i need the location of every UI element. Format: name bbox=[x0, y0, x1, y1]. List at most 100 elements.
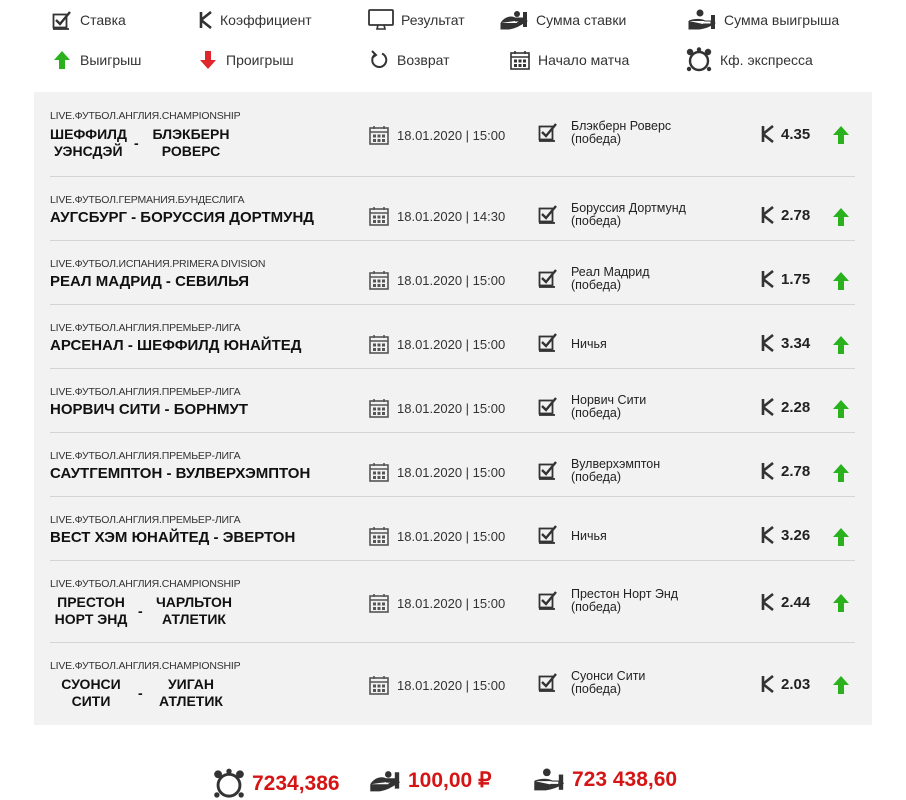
bet-row: LIVE.ФУТБОЛ.АНГЛИЯ.ПРЕМЬЕР-ЛИГА ВЕСТ ХЭМ… bbox=[50, 496, 855, 561]
bet-separator: - bbox=[134, 135, 139, 151]
result-check-icon bbox=[538, 460, 560, 482]
win-arrow-icon bbox=[832, 675, 850, 695]
coefficient-k-icon bbox=[761, 398, 775, 416]
bet-result: Престон Норт Энд (победа) bbox=[571, 587, 679, 614]
bet-match: ШЕФФИЛД УЭНСДЭЙ - БЛЭКБЕРН РОВЕРС bbox=[50, 126, 300, 166]
result-check-icon bbox=[538, 590, 560, 612]
bet-result: Блэкберн Роверс (победа) bbox=[571, 119, 672, 146]
bet-coef: 2.78 bbox=[761, 462, 810, 480]
legend-stake-sum: Сумма ставки bbox=[498, 9, 626, 31]
summary-stake-value: 100,00 ₽ bbox=[408, 769, 492, 792]
summary-payout-value: 723 438,60 bbox=[572, 768, 678, 791]
legend-result: Результат bbox=[367, 9, 465, 31]
calendar-icon bbox=[369, 526, 391, 546]
bet-league: LIVE.ФУТБОЛ.АНГЛИЯ.CHAMPIONSHIP bbox=[50, 660, 241, 672]
express-coef-icon bbox=[212, 768, 246, 800]
bet-league: LIVE.ФУТБОЛ.АНГЛИЯ.CHAMPIONSHIP bbox=[50, 110, 241, 122]
legend-loss-label: Проигрыш bbox=[226, 52, 294, 68]
bet-row: LIVE.ФУТБОЛ.АНГЛИЯ.ПРЕМЬЕР-ЛИГА АРСЕНАЛ … bbox=[50, 304, 855, 369]
bet-row: LIVE.ФУТБОЛ.АНГЛИЯ.ПРЕМЬЕР-ЛИГА НОРВИЧ С… bbox=[50, 368, 855, 433]
win-arrow-icon bbox=[832, 125, 850, 145]
bet-match: НОРВИЧ СИТИ - БОРНМУТ bbox=[50, 401, 248, 418]
bet-result: Ничья bbox=[571, 529, 607, 543]
bet-away-team: БЛЭКБЕРН РОВЕРС bbox=[152, 126, 230, 159]
legend-stake: Ставка bbox=[50, 9, 126, 31]
bet-row: LIVE.ФУТБОЛ.АНГЛИЯ.CHAMPIONSHIP ПРЕСТОН Н… bbox=[50, 560, 855, 643]
monitor-icon bbox=[367, 9, 395, 31]
bet-result: Реал Мадрид (победа) bbox=[571, 265, 650, 292]
bet-date: 18.01.2020 | 15:00 bbox=[369, 398, 505, 418]
coefficient-k-icon bbox=[761, 206, 775, 224]
summary-express-coef: 7234,386 bbox=[212, 768, 340, 800]
result-check-icon bbox=[538, 268, 560, 290]
bet-result: Ничья bbox=[571, 337, 607, 351]
bet-row: LIVE.ФУТБОЛ.АНГЛИЯ.CHAMPIONSHIP СУОНСИ СИ… bbox=[50, 642, 855, 724]
bet-row: LIVE.ФУТБОЛ.АНГЛИЯ.ПРЕМЬЕР-ЛИГА САУТГЕМП… bbox=[50, 432, 855, 497]
calendar-icon bbox=[369, 593, 391, 613]
calendar-icon bbox=[369, 270, 391, 290]
coefficient-k-icon bbox=[761, 270, 775, 288]
bet-match: РЕАЛ МАДРИД - СЕВИЛЬЯ bbox=[50, 273, 250, 290]
win-arrow-icon bbox=[832, 207, 850, 227]
result-check-icon bbox=[538, 204, 560, 226]
bet-league: LIVE.ФУТБОЛ.ГЕРМАНИЯ.БУНДЕСЛИГА bbox=[50, 194, 245, 206]
bet-coef: 2.44 bbox=[761, 593, 810, 611]
legend-coefficient: Коэффициент bbox=[198, 9, 312, 31]
bet-league: LIVE.ФУТБОЛ.АНГЛИЯ.ПРЕМЬЕР-ЛИГА bbox=[50, 450, 241, 462]
refund-icon bbox=[367, 49, 391, 71]
legend: Ставка Коэффициент Результат Сумма ставк… bbox=[0, 0, 906, 86]
bet-result: Суонси Сити (победа) bbox=[571, 669, 646, 696]
bet-league: LIVE.ФУТБОЛ.АНГЛИЯ.ПРЕМЬЕР-ЛИГА bbox=[50, 386, 241, 398]
bet-match: АРСЕНАЛ - ШЕФФИЛД ЮНАЙТЕД bbox=[50, 337, 302, 354]
coefficient-k-icon bbox=[761, 526, 775, 544]
result-check-icon bbox=[538, 396, 560, 418]
bet-league: LIVE.ФУТБОЛ.АНГЛИЯ.ПРЕМЬЕР-ЛИГА bbox=[50, 514, 241, 526]
express-coef-icon bbox=[684, 47, 714, 73]
legend-stake-sum-label: Сумма ставки bbox=[536, 12, 627, 28]
calendar-icon bbox=[369, 206, 391, 226]
bet-home-team: ПРЕСТОН НОРТ ЭНД bbox=[54, 594, 128, 627]
bet-coef: 2.28 bbox=[761, 398, 810, 416]
summary-stake: 100,00 ₽ bbox=[368, 768, 491, 793]
bet-summary: 7234,386 100,00 ₽ 723 438,60 bbox=[0, 760, 906, 800]
bet-result: Боруссия Дортмунд (победа) bbox=[571, 201, 686, 228]
coefficient-k-icon bbox=[198, 9, 214, 31]
bet-date: 18.01.2020 | 15:00 bbox=[369, 334, 505, 354]
legend-win-label: Выигрыш bbox=[80, 52, 142, 68]
hand-receive-icon bbox=[686, 9, 718, 31]
bet-league: LIVE.ФУТБОЛ.АНГЛИЯ.CHAMPIONSHIP bbox=[50, 578, 241, 590]
result-check-icon bbox=[538, 122, 560, 144]
legend-result-label: Результат bbox=[401, 12, 465, 28]
bet-date: 18.01.2020 | 15:00 bbox=[369, 526, 505, 546]
checkbox-checked-icon bbox=[50, 9, 74, 31]
calendar-icon bbox=[369, 125, 391, 145]
coefficient-k-icon bbox=[761, 125, 775, 143]
legend-win-sum: Сумма выигрыша bbox=[686, 9, 839, 31]
legend-coefficient-label: Коэффициент bbox=[220, 12, 312, 28]
bet-match: САУТГЕМПТОН - ВУЛВЕРХЭМПТОН bbox=[50, 465, 311, 482]
bet-coef: 4.35 bbox=[761, 125, 810, 143]
coefficient-k-icon bbox=[761, 675, 775, 693]
bet-match: АУГСБУРГ - БОРУССИЯ ДОРТМУНД bbox=[50, 209, 314, 226]
legend-loss: Проигрыш bbox=[196, 49, 294, 71]
calendar-icon bbox=[369, 675, 391, 695]
bet-away-team: ЧАРЛЬТОН АТЛЕТИК bbox=[155, 594, 233, 627]
bet-row: LIVE.ФУТБОЛ.ИСПАНИЯ.PRIMERA DIVISION РЕА… bbox=[50, 240, 855, 305]
win-arrow-icon bbox=[832, 463, 850, 483]
calendar-icon bbox=[369, 462, 391, 482]
win-arrow-icon bbox=[832, 271, 850, 291]
result-check-icon bbox=[538, 332, 560, 354]
bet-separator: - bbox=[138, 603, 143, 619]
bet-coef: 1.75 bbox=[761, 270, 810, 288]
summary-express-coef-value: 7234,386 bbox=[252, 772, 340, 795]
coefficient-k-icon bbox=[761, 462, 775, 480]
bet-date: 18.01.2020 | 15:00 bbox=[369, 675, 505, 695]
arrow-down-red-icon bbox=[196, 49, 220, 71]
coefficient-k-icon bbox=[761, 334, 775, 352]
legend-express-coef-label: Кф. экспресса bbox=[720, 52, 813, 68]
legend-win: Выигрыш bbox=[50, 49, 141, 71]
calendar-icon bbox=[369, 334, 391, 354]
win-arrow-icon bbox=[832, 399, 850, 419]
bet-coef: 3.26 bbox=[761, 526, 810, 544]
coefficient-k-icon bbox=[761, 593, 775, 611]
